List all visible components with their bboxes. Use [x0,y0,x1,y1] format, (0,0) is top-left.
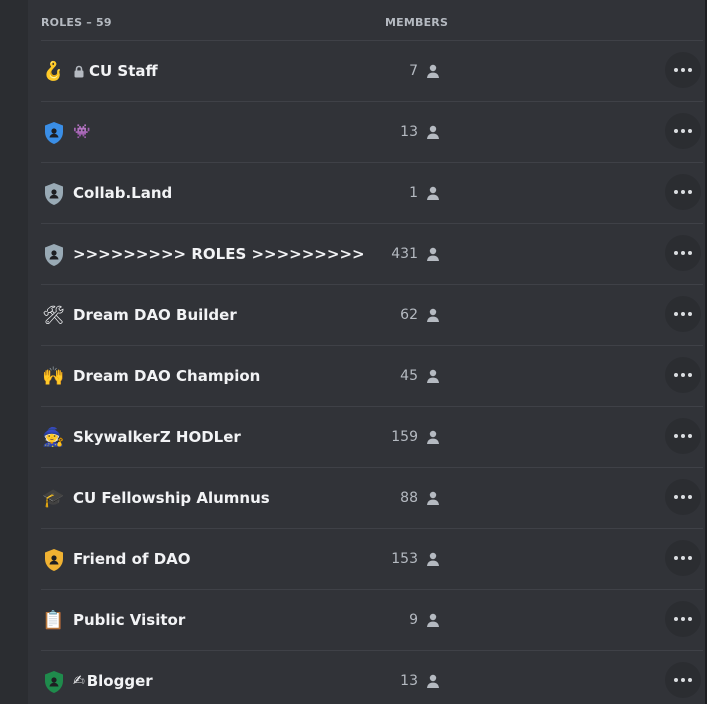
role-name-label: Dream DAO Builder [73,306,237,324]
person-icon [425,63,441,79]
shield-icon [41,181,66,206]
graduation-cap-icon: 🎓 [42,487,65,509]
role-row[interactable]: 👾 13 [41,102,703,163]
more-options-button[interactable] [665,479,701,515]
person-icon [425,185,441,201]
role-row[interactable]: 🧙 SkywalkerZ HODLer 159 [41,407,703,468]
roles-count-header: ROLES – 59 [41,16,112,29]
members-column-header: MEMBERS [385,16,449,29]
hook-emoji-icon: 🪝 [42,60,65,82]
role-name-label: CU Fellowship Alumnus [73,489,270,507]
role-name: Friend of DAO [73,549,191,569]
member-count: 153 [391,551,418,567]
more-options-button[interactable] [665,601,701,637]
member-count: 9 [409,612,418,628]
member-count: 62 [400,307,418,323]
more-options-button[interactable] [665,418,701,454]
shield-icon [41,120,66,145]
role-name: SkywalkerZ HODLer [73,427,241,447]
person-icon [425,368,441,384]
role-name: Dream DAO Builder [73,305,237,325]
role-row[interactable]: 🛠 Dream DAO Builder 62 [41,285,703,346]
clipboard-icon: 📋 [42,609,65,631]
member-count: 45 [400,368,418,384]
member-count: 159 [391,429,418,445]
role-name-label: Dream DAO Champion [73,367,261,385]
more-options-button[interactable] [665,540,701,576]
person-icon [425,490,441,506]
role-name: Dream DAO Champion [73,366,260,386]
role-name-label: >>>>>>>>> ROLES >>>>>>>>> [73,245,365,263]
role-name-label: Public Visitor [73,611,186,629]
shield-icon [41,242,66,267]
person-icon [425,551,441,567]
member-count: 13 [400,124,418,140]
mage-icon: 🧙 [42,426,65,448]
member-count: 431 [391,246,418,262]
role-name-label: SkywalkerZ HODLer [73,428,241,446]
member-count: 13 [400,673,418,689]
role-row[interactable]: 🙌 Dream DAO Champion 45 [41,346,703,407]
role-row[interactable]: Friend of DAO 153 [41,529,703,590]
role-row[interactable]: Collab.Land 1 [41,163,703,224]
roles-table-header: ROLES – 59 MEMBERS [41,0,703,41]
person-icon [425,673,441,689]
role-name: ✍ Blogger [73,671,153,691]
more-options-button[interactable] [665,174,701,210]
role-name-label: Blogger [86,672,153,690]
role-name-label: CU Staff [89,62,158,80]
role-name: >>>>>>>>> ROLES >>>>>>>>> [73,244,365,264]
role-name-label: Collab.Land [73,184,173,202]
more-options-button[interactable] [665,662,701,698]
person-icon [425,124,441,140]
member-count: 7 [409,63,418,79]
role-name: Public Visitor [73,610,185,630]
more-options-button[interactable] [665,296,701,332]
role-emoji-icon: 👾 [73,124,91,140]
raising-hands-icon: 🙌 [42,365,65,387]
person-icon [425,307,441,323]
more-options-button[interactable] [665,52,701,88]
role-name-label: Friend of DAO [73,550,191,568]
more-options-button[interactable] [665,113,701,149]
person-icon [425,429,441,445]
member-count: 1 [409,185,418,201]
hammer-wrench-icon: 🛠 [42,304,65,326]
role-emoji-icon: ✍ [73,673,85,689]
role-row[interactable]: >>>>>>>>> ROLES >>>>>>>>> 431 [41,224,703,285]
person-icon [425,612,441,628]
person-icon [425,246,441,262]
role-row[interactable]: 🪝 CU Staff 7 [41,41,703,102]
role-row[interactable]: 🎓 CU Fellowship Alumnus 88 [41,468,703,529]
more-options-button[interactable] [665,357,701,393]
role-name: 👾 [73,122,92,142]
lock-icon [73,65,85,78]
more-options-button[interactable] [665,235,701,271]
shield-icon [41,669,66,694]
role-row[interactable]: ✍ Blogger 13 [41,651,703,704]
member-count: 88 [400,490,418,506]
role-row[interactable]: 📋 Public Visitor 9 [41,590,703,651]
role-name: CU Fellowship Alumnus [73,488,270,508]
role-name: Collab.Land [73,183,172,203]
left-panel-edge [0,0,28,704]
shield-icon [41,547,66,572]
role-name: CU Staff [73,61,158,81]
